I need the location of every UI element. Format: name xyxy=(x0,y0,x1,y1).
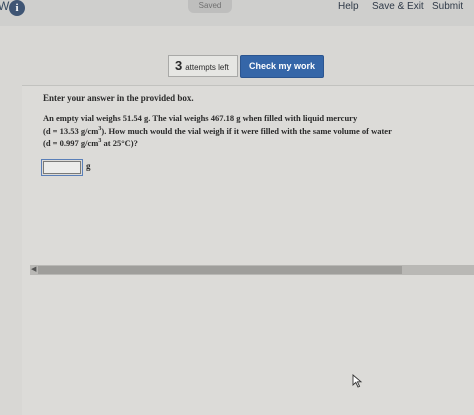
question-line-2-end: ). How much would the vial weigh if it w… xyxy=(101,125,392,136)
attempts-count: 3 xyxy=(175,58,183,73)
scrollbar-thumb[interactable] xyxy=(38,266,402,274)
scroll-left-icon[interactable]: ◀ xyxy=(31,265,36,275)
horizontal-scrollbar[interactable]: ◀ xyxy=(30,265,474,275)
mouse-pointer-icon xyxy=(352,374,363,388)
answer-input[interactable] xyxy=(41,159,83,176)
submit-link[interactable]: Submit xyxy=(432,1,463,12)
save-exit-link[interactable]: Save & Exit xyxy=(372,1,424,12)
help-link[interactable]: Help xyxy=(338,1,359,12)
question-line-3-end: at 25°C)? xyxy=(101,138,138,148)
answer-unit: g xyxy=(86,161,91,171)
question-line-3: (d = 0.997 g/cm3 at 25°C)? xyxy=(43,137,392,150)
info-icon[interactable]: i xyxy=(9,0,25,16)
question-line-2-start: (d = 13.53 g/cm xyxy=(43,125,99,136)
saved-status: Saved xyxy=(188,0,232,13)
top-bar: W i Saved Help Save & Exit Submit xyxy=(0,0,474,26)
question-line-1: An empty vial weighs 51.54 g. The vial w… xyxy=(43,113,358,123)
question-line-2: (d = 13.53 g/cm3). How much would the vi… xyxy=(43,125,392,138)
instruction-text: Enter your answer in the provided box. xyxy=(43,93,194,103)
attempts-indicator: 3 attempts left xyxy=(168,55,238,77)
logo: W xyxy=(0,0,10,13)
question-line-3-start: (d = 0.997 g/cm xyxy=(43,138,99,148)
question-text: An empty vial weighs 51.54 g. The vial w… xyxy=(43,112,392,150)
attempts-label: attempts left xyxy=(185,63,229,72)
check-my-work-button[interactable]: Check my work xyxy=(240,55,324,78)
